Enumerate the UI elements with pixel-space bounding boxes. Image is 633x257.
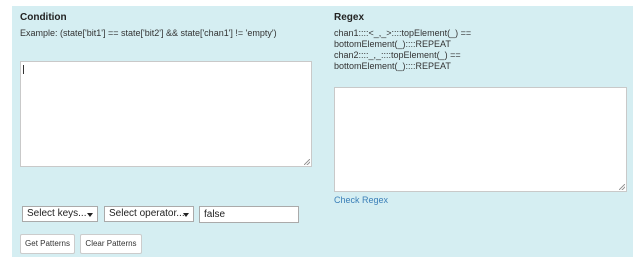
value-input[interactable]: false (199, 206, 299, 223)
regex-example-line: bottomElement(_)::::REPEAT (334, 61, 451, 71)
regex-example: chan1::::<_,_>::::topElement(_) == botto… (334, 28, 471, 72)
operator-select[interactable]: Select operator... (104, 206, 194, 222)
regex-example-line: chan2::::_,_::::topElement(_) == (334, 50, 461, 60)
keys-select[interactable]: Select keys... (22, 206, 98, 222)
resize-handle-icon[interactable] (304, 159, 310, 165)
regex-heading: Regex (334, 12, 365, 23)
operator-select-label: Select operator... (109, 208, 185, 219)
caret-down-icon (87, 213, 93, 217)
condition-textarea[interactable] (20, 61, 312, 167)
regex-example-line: chan1::::<_,_>::::topElement(_) == (334, 28, 472, 38)
pattern-panel: Condition Example: (state['bit1'] == sta… (12, 6, 633, 257)
resize-handle-icon[interactable] (619, 184, 625, 190)
get-patterns-button[interactable]: Get Patterns (20, 234, 75, 254)
condition-heading: Condition (20, 12, 67, 23)
caret-down-icon (183, 213, 189, 217)
condition-example: Example: (state['bit1'] == state['bit2']… (20, 28, 277, 38)
regex-textarea[interactable] (334, 87, 627, 192)
keys-select-label: Select keys... (27, 208, 87, 219)
clear-patterns-button[interactable]: Clear Patterns (80, 234, 142, 254)
text-caret (23, 65, 24, 74)
regex-example-line: bottomElement(_)::::REPEAT (334, 39, 451, 49)
check-regex-link[interactable]: Check Regex (334, 195, 388, 205)
